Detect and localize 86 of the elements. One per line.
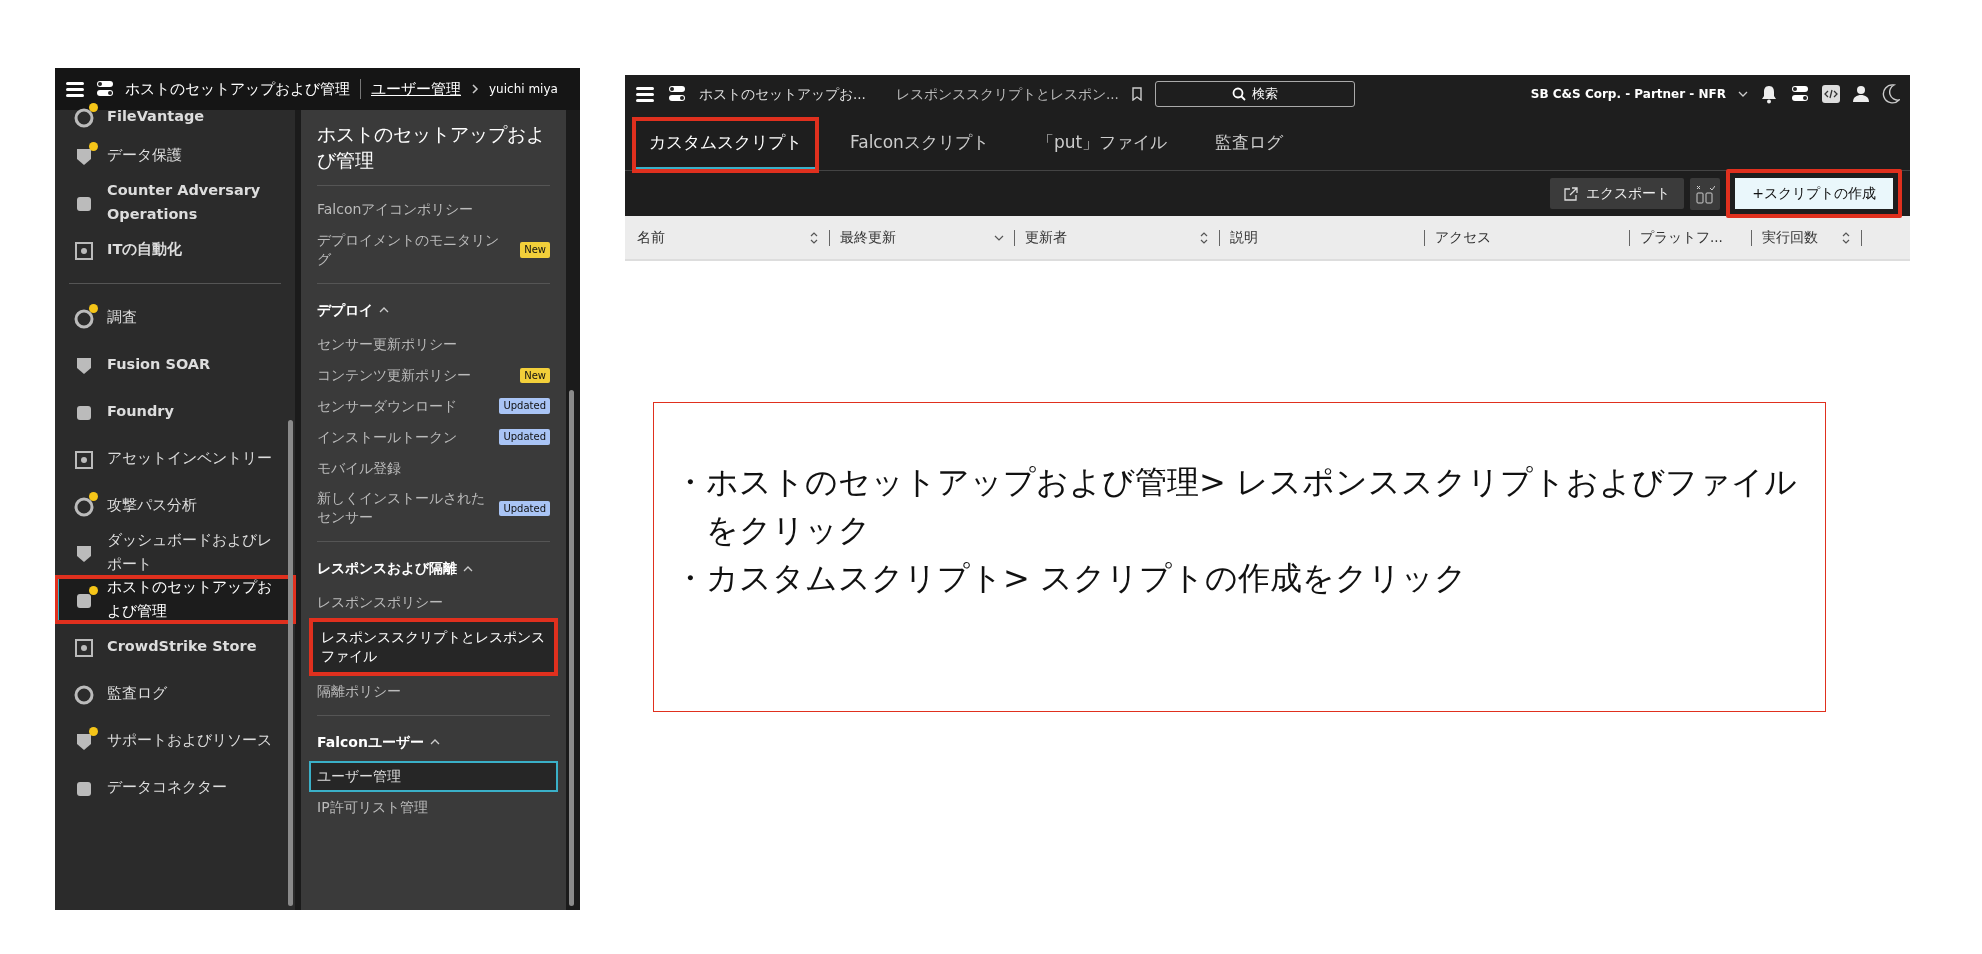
app-icon [73, 495, 95, 518]
section-header[interactable]: レスポンスおよび隔離 [317, 550, 550, 588]
section-header[interactable]: Falconユーザー [317, 723, 550, 761]
breadcrumb-item[interactable]: ホストのセットアップお... [699, 83, 866, 105]
columns-icon [1695, 184, 1716, 204]
create-script-button[interactable]: +スクリプトの作成 [1726, 169, 1902, 218]
nav-item[interactable]: 調査 [55, 294, 295, 341]
menu-link[interactable]: センサー更新ポリシー [317, 334, 457, 354]
tab[interactable]: カスタムスクリプト [635, 119, 816, 170]
status-tag: New [520, 367, 550, 384]
breadcrumb-item: yuichi miya [489, 81, 558, 98]
code-icon[interactable] [1822, 85, 1840, 103]
breadcrumb-item[interactable]: レスポンススクリプトとレスポン... [895, 83, 1119, 105]
tab[interactable]: Falconスクリプト [836, 119, 1003, 170]
app-icon [73, 107, 95, 129]
nav-item[interactable]: ホストのセットアップおよび管理 [55, 576, 295, 623]
nav-item[interactable]: ダッシュボードおよびレポート [55, 529, 295, 576]
search-icon [1231, 87, 1246, 101]
organization-selector[interactable]: SB C&S Corp. - Partner - NFR [1530, 85, 1726, 103]
instruction-text: ・カスタムスクリプト> スクリプトの作成をクリック [674, 558, 1468, 599]
sort-icon[interactable] [809, 230, 819, 245]
column-header[interactable]: プラットフ... [1640, 227, 1723, 248]
menu-icon[interactable] [65, 79, 85, 99]
nav-item[interactable]: サポートおよびリソース [55, 717, 295, 764]
tab[interactable]: 「put」ファイル [1022, 119, 1182, 170]
search-field[interactable]: 検索 [1154, 81, 1355, 107]
menu-link[interactable]: IP許可リスト管理 [317, 797, 428, 817]
menu-link[interactable]: 隔離ポリシー [317, 681, 401, 701]
column-header[interactable]: 説明 [1230, 227, 1258, 248]
menu-link[interactable]: センサーダウンロード [317, 396, 457, 416]
column-header[interactable]: 更新者 [1025, 227, 1067, 248]
columns-button[interactable] [1690, 177, 1721, 210]
nav-item[interactable]: Foundry [55, 388, 295, 435]
nav-item[interactable]: Counter Adversary Operations [55, 179, 295, 226]
menu-link[interactable]: 新しくインストールされたセンサー [317, 489, 492, 528]
status-tag: New [520, 242, 550, 258]
app-icon [73, 307, 95, 330]
tab[interactable]: 監査ログ [1201, 119, 1298, 170]
logo-icon [95, 79, 115, 99]
column-header[interactable]: 最終更新 [840, 227, 896, 248]
chevron-down-icon[interactable] [1738, 90, 1748, 98]
app-icon [73, 683, 95, 706]
breadcrumb-link[interactable]: ユーザー管理 [371, 77, 461, 101]
menu-link[interactable]: インストールトークン [317, 427, 457, 447]
nav-item[interactable]: CrowdStrike Store [55, 623, 295, 670]
logo-icon[interactable] [1790, 84, 1810, 104]
menu-link[interactable]: レスポンスポリシー [317, 593, 443, 613]
export-icon [1564, 186, 1579, 201]
instruction-text: ・ホストのセットアップおよび管理> レスポンススクリプトおよびファイルをクリック [674, 462, 1798, 551]
sort-icon[interactable] [1199, 230, 1209, 245]
logo-icon [667, 84, 687, 104]
user-icon[interactable] [1852, 85, 1870, 103]
bookmark-icon[interactable] [1130, 87, 1143, 101]
scrollbar[interactable] [569, 390, 574, 906]
breadcrumb-item: ホストのセットアップおよび管理 [125, 78, 350, 100]
app-icon [73, 239, 95, 262]
app-icon [73, 636, 95, 659]
menu-icon[interactable] [635, 84, 655, 104]
sort-icon[interactable] [1841, 230, 1851, 245]
column-header[interactable]: 名前 [637, 227, 665, 248]
panel-title: ホストのセットアップおよび管理 [317, 122, 550, 187]
nav-item[interactable]: ITの自動化 [55, 226, 295, 273]
section-header[interactable]: デプロイ [317, 291, 550, 329]
bell-icon[interactable] [1760, 84, 1778, 104]
nav-item[interactable]: 監査ログ [55, 670, 295, 717]
chevron-right-icon [471, 83, 479, 95]
nav-item[interactable]: Fusion SOAR [55, 341, 295, 388]
nav-item[interactable]: データコネクター [55, 764, 295, 811]
nav-item[interactable]: データ保護 [55, 132, 295, 179]
status-tag: Updated [499, 500, 550, 517]
menu-link[interactable]: デプロイメントのモニタリング [317, 231, 513, 269]
nav-item[interactable]: FileVantage [55, 102, 295, 132]
menu-link[interactable]: コンテンツ更新ポリシー [317, 365, 471, 385]
menu-link[interactable]: モバイル登録 [317, 458, 401, 478]
scrollbar[interactable] [288, 420, 293, 906]
status-tag: Updated [499, 429, 550, 445]
moon-icon[interactable] [1882, 84, 1900, 104]
column-header[interactable]: アクセス [1435, 227, 1491, 248]
nav-item[interactable]: アセットインベントリー [55, 435, 295, 482]
export-button[interactable]: エクスポート [1550, 178, 1685, 209]
column-header[interactable]: 実行回数 [1762, 227, 1818, 248]
sort-descending-icon[interactable] [994, 233, 1004, 242]
status-tag: Updated [499, 398, 550, 414]
app-icon [73, 448, 95, 471]
menu-link[interactable]: Falconアイコンポリシー [317, 200, 474, 220]
nav-item[interactable]: 攻撃パス分析 [55, 482, 295, 529]
